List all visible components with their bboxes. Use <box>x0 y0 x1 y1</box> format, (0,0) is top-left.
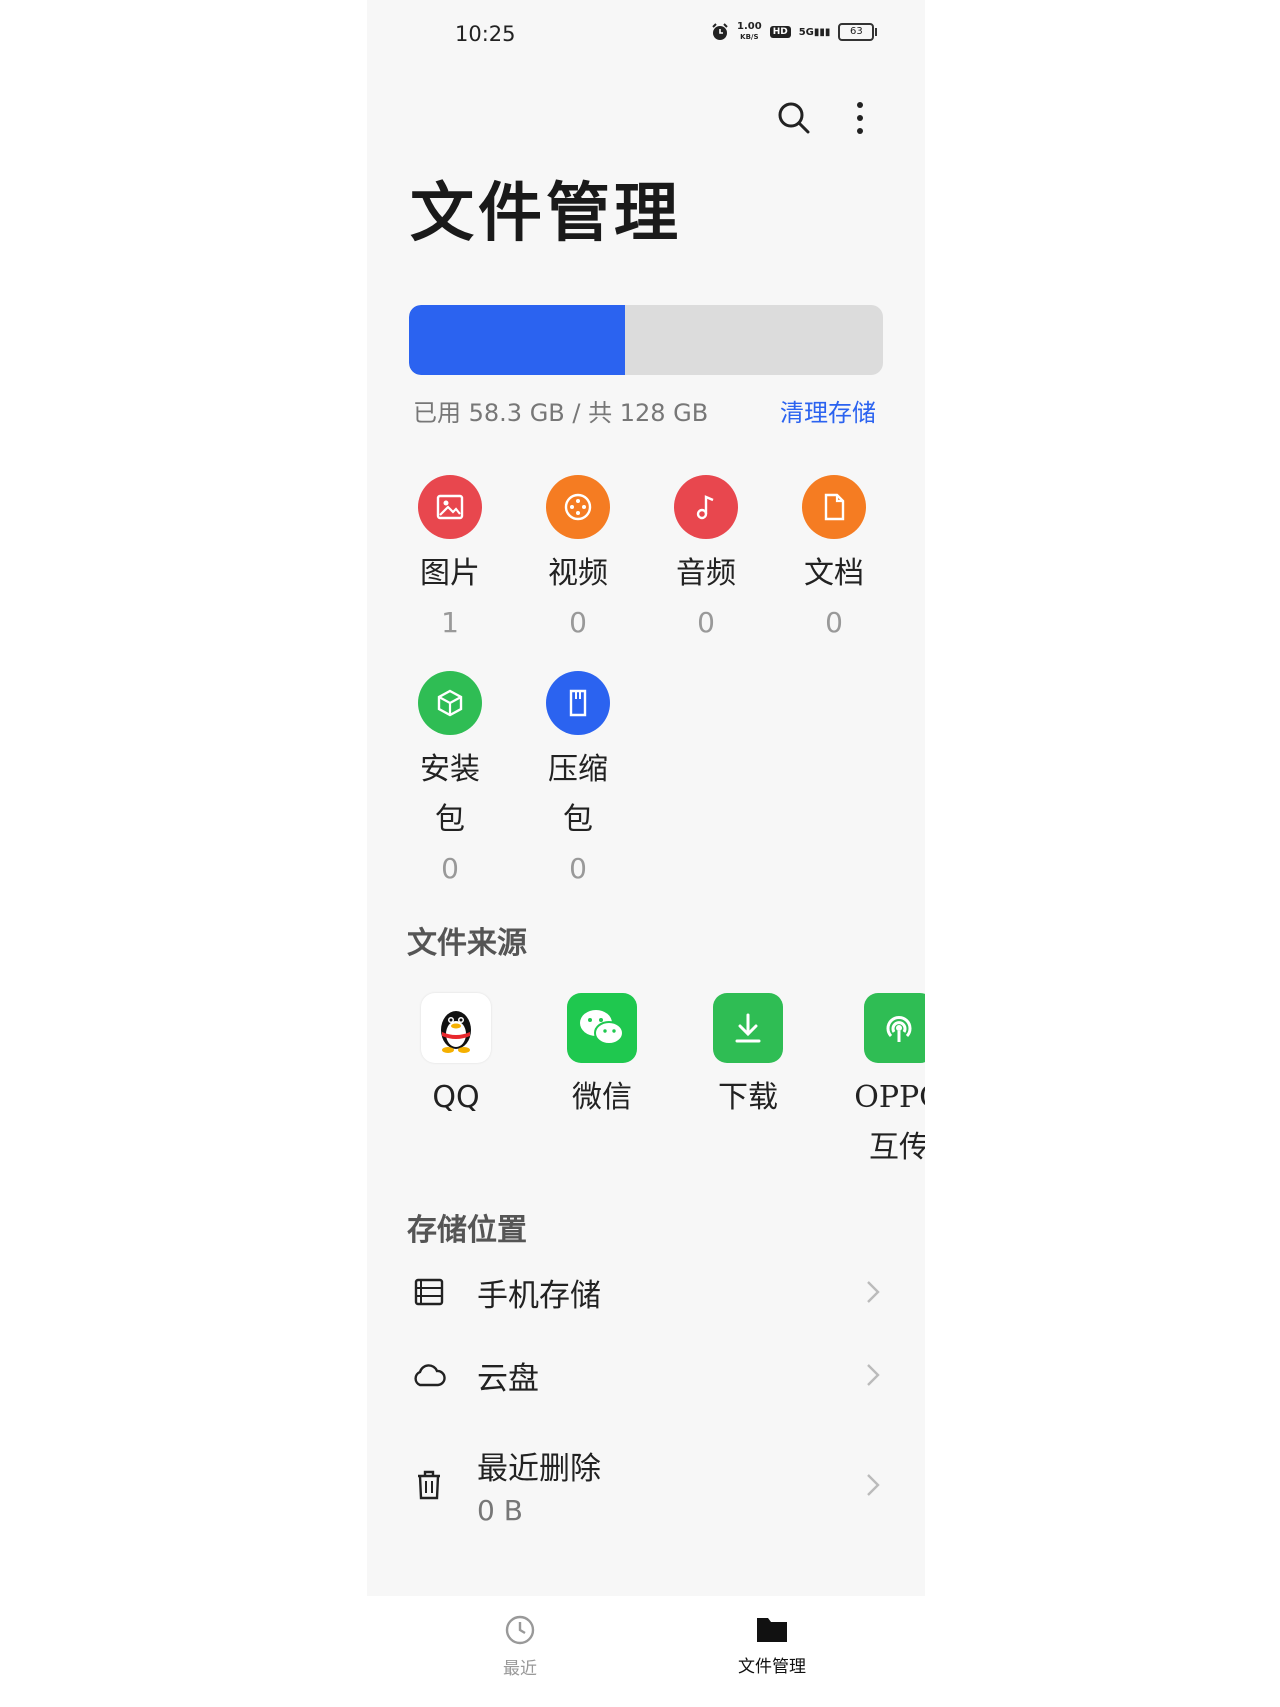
music-icon <box>674 475 738 539</box>
video-icon <box>546 475 610 539</box>
image-icon <box>418 475 482 539</box>
sources-heading: 文件来源 <box>407 926 527 961</box>
source-qq[interactable]: QQ <box>391 993 521 1123</box>
tab-file-manager[interactable]: 文件管理 <box>712 1614 832 1677</box>
category-documents[interactable]: 文档 0 <box>769 475 899 643</box>
recently-deleted-label: 最近删除 <box>477 1451 601 1487</box>
network-speed: 1.00 KB/S <box>737 21 762 42</box>
phone-storage-icon <box>409 1272 449 1312</box>
hd-badge: HD <box>769 26 791 38</box>
clean-storage-link[interactable]: 清理存储 <box>780 393 876 428</box>
qq-icon <box>421 993 491 1063</box>
status-time: 10:25 <box>455 22 516 46</box>
tab-recent[interactable]: 最近 <box>460 1614 580 1679</box>
source-oppo-share[interactable]: OPPO互传 <box>829 993 925 1173</box>
trash-icon <box>409 1465 449 1505</box>
document-icon <box>802 475 866 539</box>
location-recently-deleted[interactable]: 最近删除 0 B <box>409 1430 883 1540</box>
battery-icon: 63 <box>838 23 878 41</box>
file-manager-screen: 10:25 1.00 KB/S HD 5G▮▮▮ 63 文件管理 已用 58.3… <box>367 0 925 1596</box>
alarm-icon <box>712 23 728 40</box>
category-audio[interactable]: 音频 0 <box>641 475 771 643</box>
page-title: 文件管理 <box>410 176 682 251</box>
bottom-nav: 最近 文件管理 <box>367 1596 925 1707</box>
source-wechat[interactable]: 微信 <box>537 993 667 1123</box>
location-phone-storage[interactable]: 手机存储 <box>409 1262 883 1322</box>
chevron-right-icon <box>867 1281 880 1303</box>
location-cloud[interactable]: 云盘 <box>409 1345 883 1405</box>
more-options-icon[interactable] <box>852 100 868 136</box>
chevron-right-icon <box>867 1364 880 1386</box>
category-videos[interactable]: 视频 0 <box>513 475 643 643</box>
chevron-right-icon <box>867 1474 880 1496</box>
cloud-icon <box>409 1355 449 1395</box>
archive-icon <box>546 671 610 735</box>
category-archives[interactable]: 压缩包 0 <box>513 671 643 889</box>
recently-deleted-size: 0 B <box>477 1494 523 1527</box>
source-download[interactable]: 下载 <box>683 993 813 1123</box>
status-icons: 1.00 KB/S HD 5G▮▮▮ 63 <box>711 21 878 42</box>
locations-heading: 存储位置 <box>407 1213 527 1248</box>
signal-icon: 5G▮▮▮ <box>798 26 831 38</box>
wechat-icon <box>567 993 637 1063</box>
storage-bar-fill <box>409 305 625 375</box>
category-images[interactable]: 图片 1 <box>385 475 515 643</box>
storage-bar[interactable] <box>409 305 883 375</box>
category-packages[interactable]: 安装包 0 <box>385 671 515 889</box>
folder-icon <box>757 1618 787 1642</box>
search-icon[interactable] <box>776 100 812 136</box>
package-icon <box>418 671 482 735</box>
clock-icon <box>505 1615 535 1645</box>
oppo-share-icon <box>864 993 925 1063</box>
storage-usage-text: 已用 58.3 GB / 共 128 GB <box>413 399 709 427</box>
download-icon <box>713 993 783 1063</box>
